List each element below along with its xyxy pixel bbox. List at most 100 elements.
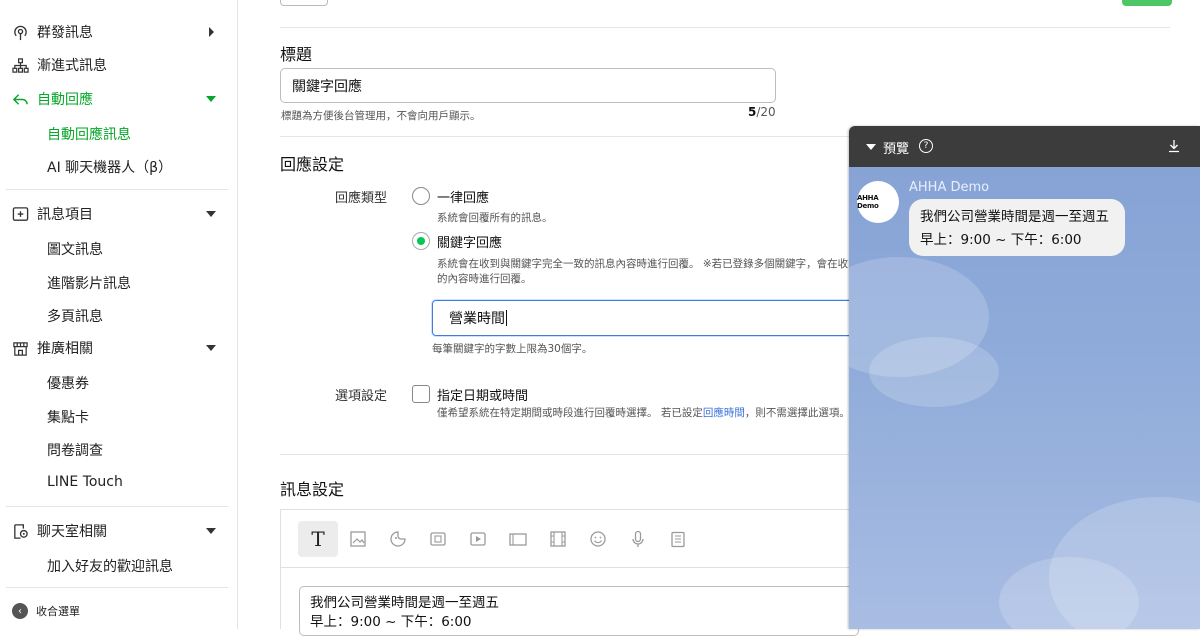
message-settings-heading: 訊息設定 [280,480,345,499]
title-char-count-max: /20 [756,105,776,119]
coupon-glyph [430,532,446,546]
message-editor: 我們公司營業時間是週一至週五 早上：9:00 ~ 下午：6:00 [280,567,870,636]
chat-settings-icon [14,524,28,539]
sidebar-item-promotions[interactable]: 推廣相關 [0,333,237,363]
rich-video-icon[interactable] [538,521,578,557]
save-button[interactable] [1122,0,1172,6]
keyword-reply-desc-line2: 的內容時進行回覆。 [437,273,532,285]
preview-header[interactable]: 預覽 ? [849,126,1200,167]
card-icon[interactable] [498,521,538,557]
sidebar-item-message-items[interactable]: 訊息項目 [0,199,237,229]
divider [6,189,228,190]
text-icon[interactable]: T [298,521,338,557]
sidebar-subitem-carousel[interactable]: 多頁訊息 [47,306,103,326]
sidebar-item-label: 聊天室相關 [37,524,107,540]
chevron-down-icon [206,528,216,534]
title-input[interactable]: 關鍵字回應 [280,68,776,103]
always-reply-desc: 系統會回覆所有的訊息。 [437,212,553,224]
sidebar-item-label: 推廣相關 [37,341,93,357]
survey-glyph [671,531,685,548]
sidebar: 群發訊息 漸進式訊息 自動回應 自動回應訊息 AI 聊天機器人（β） 訊息項目 … [0,0,238,629]
divider [6,587,228,588]
text-glyph: T [311,527,325,551]
response-time-link[interactable]: 回應時間 [703,407,745,419]
chevron-down-icon [206,345,216,351]
sidebar-item-label: 群發訊息 [37,25,93,41]
message-line-1: 我們公司營業時間是週一至週五 [310,595,499,611]
keyword-input-value: 營業時間 [449,311,505,327]
coupon-icon[interactable] [418,521,458,557]
message-line-2: 早上：9:00 ~ 下午：6:00 [310,614,472,630]
account-name: AHHA Demo [909,180,990,195]
response-settings-heading: 回應設定 [280,155,345,174]
date-time-desc-pre: 僅希望系統在特定期間或時段進行回覆時選擇。 若已設定 [437,407,703,419]
chevron-right-icon [209,27,214,37]
add-box-icon [12,207,29,221]
title-input-value: 關鍵字回應 [292,78,362,95]
always-reply-label: 一律回應 [437,191,490,206]
card-glyph [509,533,527,546]
title-hint: 標題為方便後台管理用，不會向用戶顯示。 [281,110,481,122]
date-time-option-desc: 僅希望系統在特定期間或時段進行回覆時選擇。 若已設定回應時間，則不需選擇此選項。 [437,405,850,420]
sidebar-item-step-messages[interactable]: 漸進式訊息 [0,50,237,80]
sticker-glyph [390,531,406,547]
chevron-left-icon: ‹ [12,603,28,619]
date-time-checkbox[interactable] [412,385,430,403]
sidebar-subitem-rich-message[interactable]: 圖文訊息 [47,239,103,259]
radio-keyword-reply[interactable] [412,232,430,250]
voice-icon[interactable] [618,521,658,557]
sidebar-item-broadcast[interactable]: 群發訊息 [0,17,237,47]
keyword-reply-label: 關鍵字回應 [437,236,503,251]
option-settings-label: 選項設定 [335,389,388,404]
video-icon[interactable] [458,521,498,557]
date-time-desc-post: ，則不需選擇此選項。 [744,407,850,419]
top-button[interactable] [280,0,328,6]
sidebar-subitem-auto-reply-messages[interactable]: 自動回應訊息 [47,124,131,144]
emoji-icon[interactable] [578,521,618,557]
sidebar-subitem-survey[interactable]: 問卷調查 [47,440,103,460]
step-flow-icon [12,58,29,73]
sidebar-subitem-line-touch[interactable]: LINE Touch [47,474,123,490]
response-type-label: 回應類型 [335,191,388,206]
sidebar-subitem-rich-video[interactable]: 進階影片訊息 [47,273,131,293]
sidebar-subitem-reward-card[interactable]: 集點卡 [47,407,89,427]
survey-icon[interactable] [658,521,698,557]
message-type-toolbar: T [280,509,870,567]
keyword-hint: 每筆關鍵字的字數上限為30個字。 [432,343,593,355]
radio-always-reply[interactable] [412,187,430,205]
sidebar-subitem-ai-chatbot[interactable]: AI 聊天機器人（β） [47,157,172,177]
collapse-menu-button[interactable]: ‹ 收合選單 [12,603,80,619]
sidebar-item-chat[interactable]: 聊天室相關 [0,516,237,546]
image-glyph [350,531,366,547]
keyword-reply-desc-line1: 系統會在收到與關鍵字完全一致的訊息內容時進行回覆。 ※若已登錄多個關鍵字，會在收… [437,258,859,270]
video-glyph [470,532,486,546]
chevron-down-icon [206,211,216,217]
sticker-icon[interactable] [378,521,418,557]
reply-icon [12,94,28,105]
chevron-down-icon [866,144,876,150]
help-icon[interactable]: ? [919,139,933,153]
chat-preview-area: AHHA Demo AHHA Demo 我們公司營業時間是週一至週五 早上：9:… [849,167,1200,629]
voice-glyph [632,530,644,547]
bubble-line-1: 我們公司營業時間是週一至週五 [920,209,1109,225]
broadcast-icon [14,25,27,41]
text-caret [506,310,507,326]
sidebar-subitem-coupon[interactable]: 優惠券 [47,373,89,393]
divider [280,27,1170,28]
sidebar-item-label: 訊息項目 [37,207,93,223]
download-icon[interactable] [1167,139,1181,153]
sidebar-subitem-welcome-message[interactable]: 加入好友的歡迎訊息 [47,556,173,576]
message-bubble: 我們公司營業時間是週一至週五 早上：9:00 ~ 下午：6:00 [909,199,1125,256]
preview-title: 預覽 [883,142,910,157]
title-char-count: 5/20 [748,105,776,119]
store-icon [13,342,28,356]
keyword-input[interactable]: 營業時間 [432,300,862,336]
emoji-glyph [590,531,606,547]
sidebar-item-auto-reply[interactable]: 自動回應 [0,84,237,114]
image-icon[interactable] [338,521,378,557]
rich-video-glyph [550,531,566,547]
avatar: AHHA Demo [857,181,899,223]
date-time-option-label: 指定日期或時間 [437,389,529,404]
bubble-line-2: 早上：9:00 ~ 下午：6:00 [920,232,1082,248]
divider [6,506,228,507]
